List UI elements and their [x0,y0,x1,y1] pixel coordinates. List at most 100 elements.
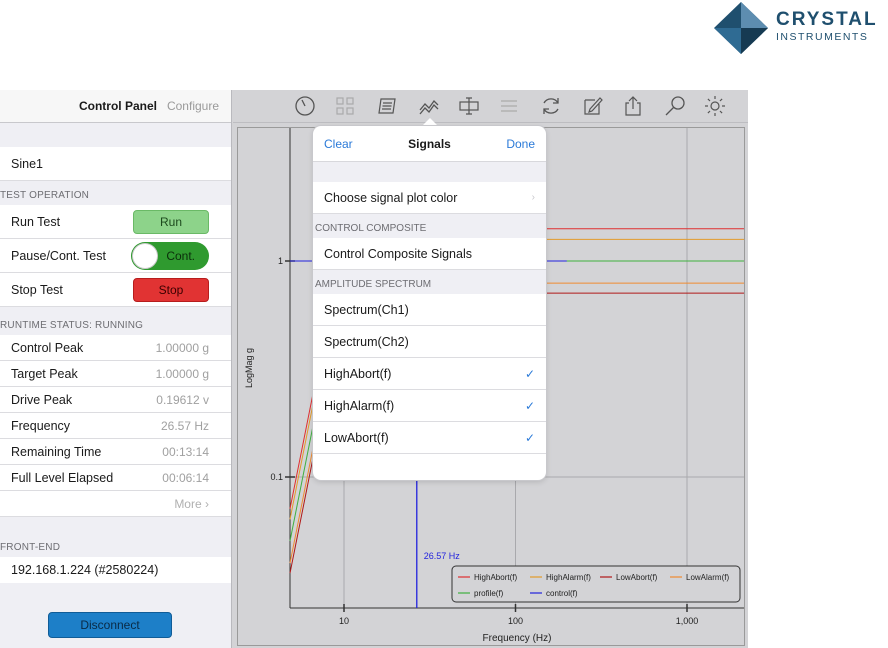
run-button[interactable]: Run [133,209,209,234]
y-axis-label: LogMag g [244,348,254,388]
cursor-icon[interactable] [457,94,481,118]
configure-tab[interactable]: Configure [167,99,219,113]
signal-row-high-alarm[interactable]: HighAlarm(f) ✓ [313,390,546,422]
front-end-row: 192.168.1.224 (#2580224) [0,557,231,583]
control-panel: Control Panel Configure Sine1 TEST OPERA… [0,90,232,648]
status-row-drive-peak: Drive Peak 0.19612 v [0,387,231,413]
choose-plot-color-label: Choose signal plot color [324,190,458,205]
pause-continue-toggle[interactable]: Cont. [131,241,209,270]
signal-label: HighAbort(f) [324,366,392,381]
run-test-label: Run Test [11,214,61,229]
signal-label: Spectrum(Ch2) [324,334,409,349]
disconnect-button[interactable]: Disconnect [48,612,172,638]
spacer [0,123,231,147]
signals-popover: Clear Signals Done Choose signal plot co… [313,126,546,480]
control-composite-row[interactable]: Control Composite Signals [313,238,546,270]
legend-label: LowAlarm(f) [686,573,729,582]
signal-row-spectrum-ch2[interactable]: Spectrum(Ch2) [313,326,546,358]
signal-row-high-abort[interactable]: HighAbort(f) ✓ [313,358,546,390]
more-row[interactable]: More › [0,491,231,517]
chevron-right-icon: › [531,192,535,203]
signal-icon[interactable] [417,94,441,118]
front-end-device: 192.168.1.224 (#2580224) [11,563,159,577]
legend-label: HighAlarm(f) [546,573,591,582]
lines-icon[interactable] [497,94,521,118]
refresh-icon[interactable] [539,94,563,118]
stop-test-label: Stop Test [11,282,63,297]
status-value: 1.00000 g [155,366,209,381]
status-label: Remaining Time [11,444,102,459]
test-operation-section: TEST OPERATION [0,190,90,201]
spacer [313,162,546,182]
signal-label: HighAlarm(f) [324,398,395,413]
runtime-status-section: RUNTIME STATUS: RUNNING [0,320,144,331]
control-composite-label: Control Composite Signals [324,246,472,261]
status-label: Drive Peak [11,392,73,407]
frequency-marker-label: 26.57 Hz [424,551,461,561]
choose-plot-color-row[interactable]: Choose signal plot color › [313,182,546,214]
status-row-full-level-elapsed: Full Level Elapsed 00:06:14 [0,465,231,491]
more-link[interactable]: More › [174,497,209,511]
more-label: More [174,496,202,511]
checkmark-icon: ✓ [524,366,535,381]
signal-label: LowAbort(f) [324,430,389,445]
y-tick-label: 0.1 [270,472,283,482]
status-value: 00:13:14 [162,444,209,459]
gear-icon[interactable] [703,94,727,118]
pause-test-label: Pause/Cont. Test [11,248,106,263]
legend-label: profile(f) [474,589,504,598]
status-label: Frequency [11,418,71,433]
status-label: Control Peak [11,340,84,355]
status-value: 26.57 Hz [160,418,209,433]
legend-label: control(f) [546,589,578,598]
checkmark-icon: ✓ [524,398,535,413]
status-label: Target Peak [11,366,78,381]
legend-label: HighAbort(f) [474,573,517,582]
logo-line1: CRYSTAL [776,9,878,30]
note-icon[interactable] [581,94,605,118]
signal-row-spectrum-ch1[interactable]: Spectrum(Ch1) [313,294,546,326]
logo-line2: INSTRUMENTS [776,31,869,43]
test-name: Sine1 [11,156,43,171]
status-value: 1.00000 g [155,340,209,355]
signal-row-low-abort[interactable]: LowAbort(f) ✓ [313,422,546,454]
status-label: Full Level Elapsed [11,470,114,485]
checkmark-icon: ✓ [524,430,535,445]
clock-icon[interactable] [293,94,317,118]
chevron-right-icon: › [205,496,209,511]
control-panel-header: Control Panel Configure [0,90,231,123]
status-row-control-peak: Control Peak 1.00000 g [0,335,231,361]
pause-test-row: Pause/Cont. Test Cont. [0,239,231,273]
crystal-logo-icon [714,2,768,54]
clear-button[interactable]: Clear [324,137,353,151]
share-icon[interactable] [621,94,645,118]
crystal-instruments-logo: CRYSTAL INSTRUMENTS [712,0,888,56]
grid-icon[interactable] [333,94,357,118]
toggle-knob [132,242,158,269]
toolbar [233,90,748,123]
status-row-remaining-time: Remaining Time 00:13:14 [0,439,231,465]
toggle-label: Cont. [166,248,195,263]
stop-button[interactable]: Stop [133,277,209,302]
control-panel-tab[interactable]: Control Panel [79,99,157,113]
x-tick-label: 10 [339,616,349,626]
x-tick-label: 100 [508,616,523,626]
status-row-target-peak: Target Peak 1.00000 g [0,361,231,387]
list-icon[interactable] [375,94,399,118]
popover-header: Clear Signals Done [313,126,546,162]
runtime-status-list: Control Peak 1.00000 g Target Peak 1.00000… [0,335,231,517]
popover-title: Signals [408,136,451,151]
test-name-row[interactable]: Sine1 [0,147,231,181]
search-icon[interactable] [663,94,687,118]
signal-label: Spectrum(Ch1) [324,302,409,317]
y-tick-label: 1 [278,256,283,266]
front-end-section: FRONT-END [0,542,61,553]
status-value: 00:06:14 [162,470,209,485]
x-tick-label: 1,000 [676,616,699,626]
amplitude-spectrum-section: AMPLITUDE SPECTRUM [313,270,546,294]
done-button[interactable]: Done [506,137,535,151]
stop-test-row: Stop Test Stop [0,273,231,307]
legend-label: LowAbort(f) [616,573,658,582]
x-axis-label: Frequency (Hz) [483,633,552,644]
control-composite-section: CONTROL COMPOSITE [313,214,546,238]
